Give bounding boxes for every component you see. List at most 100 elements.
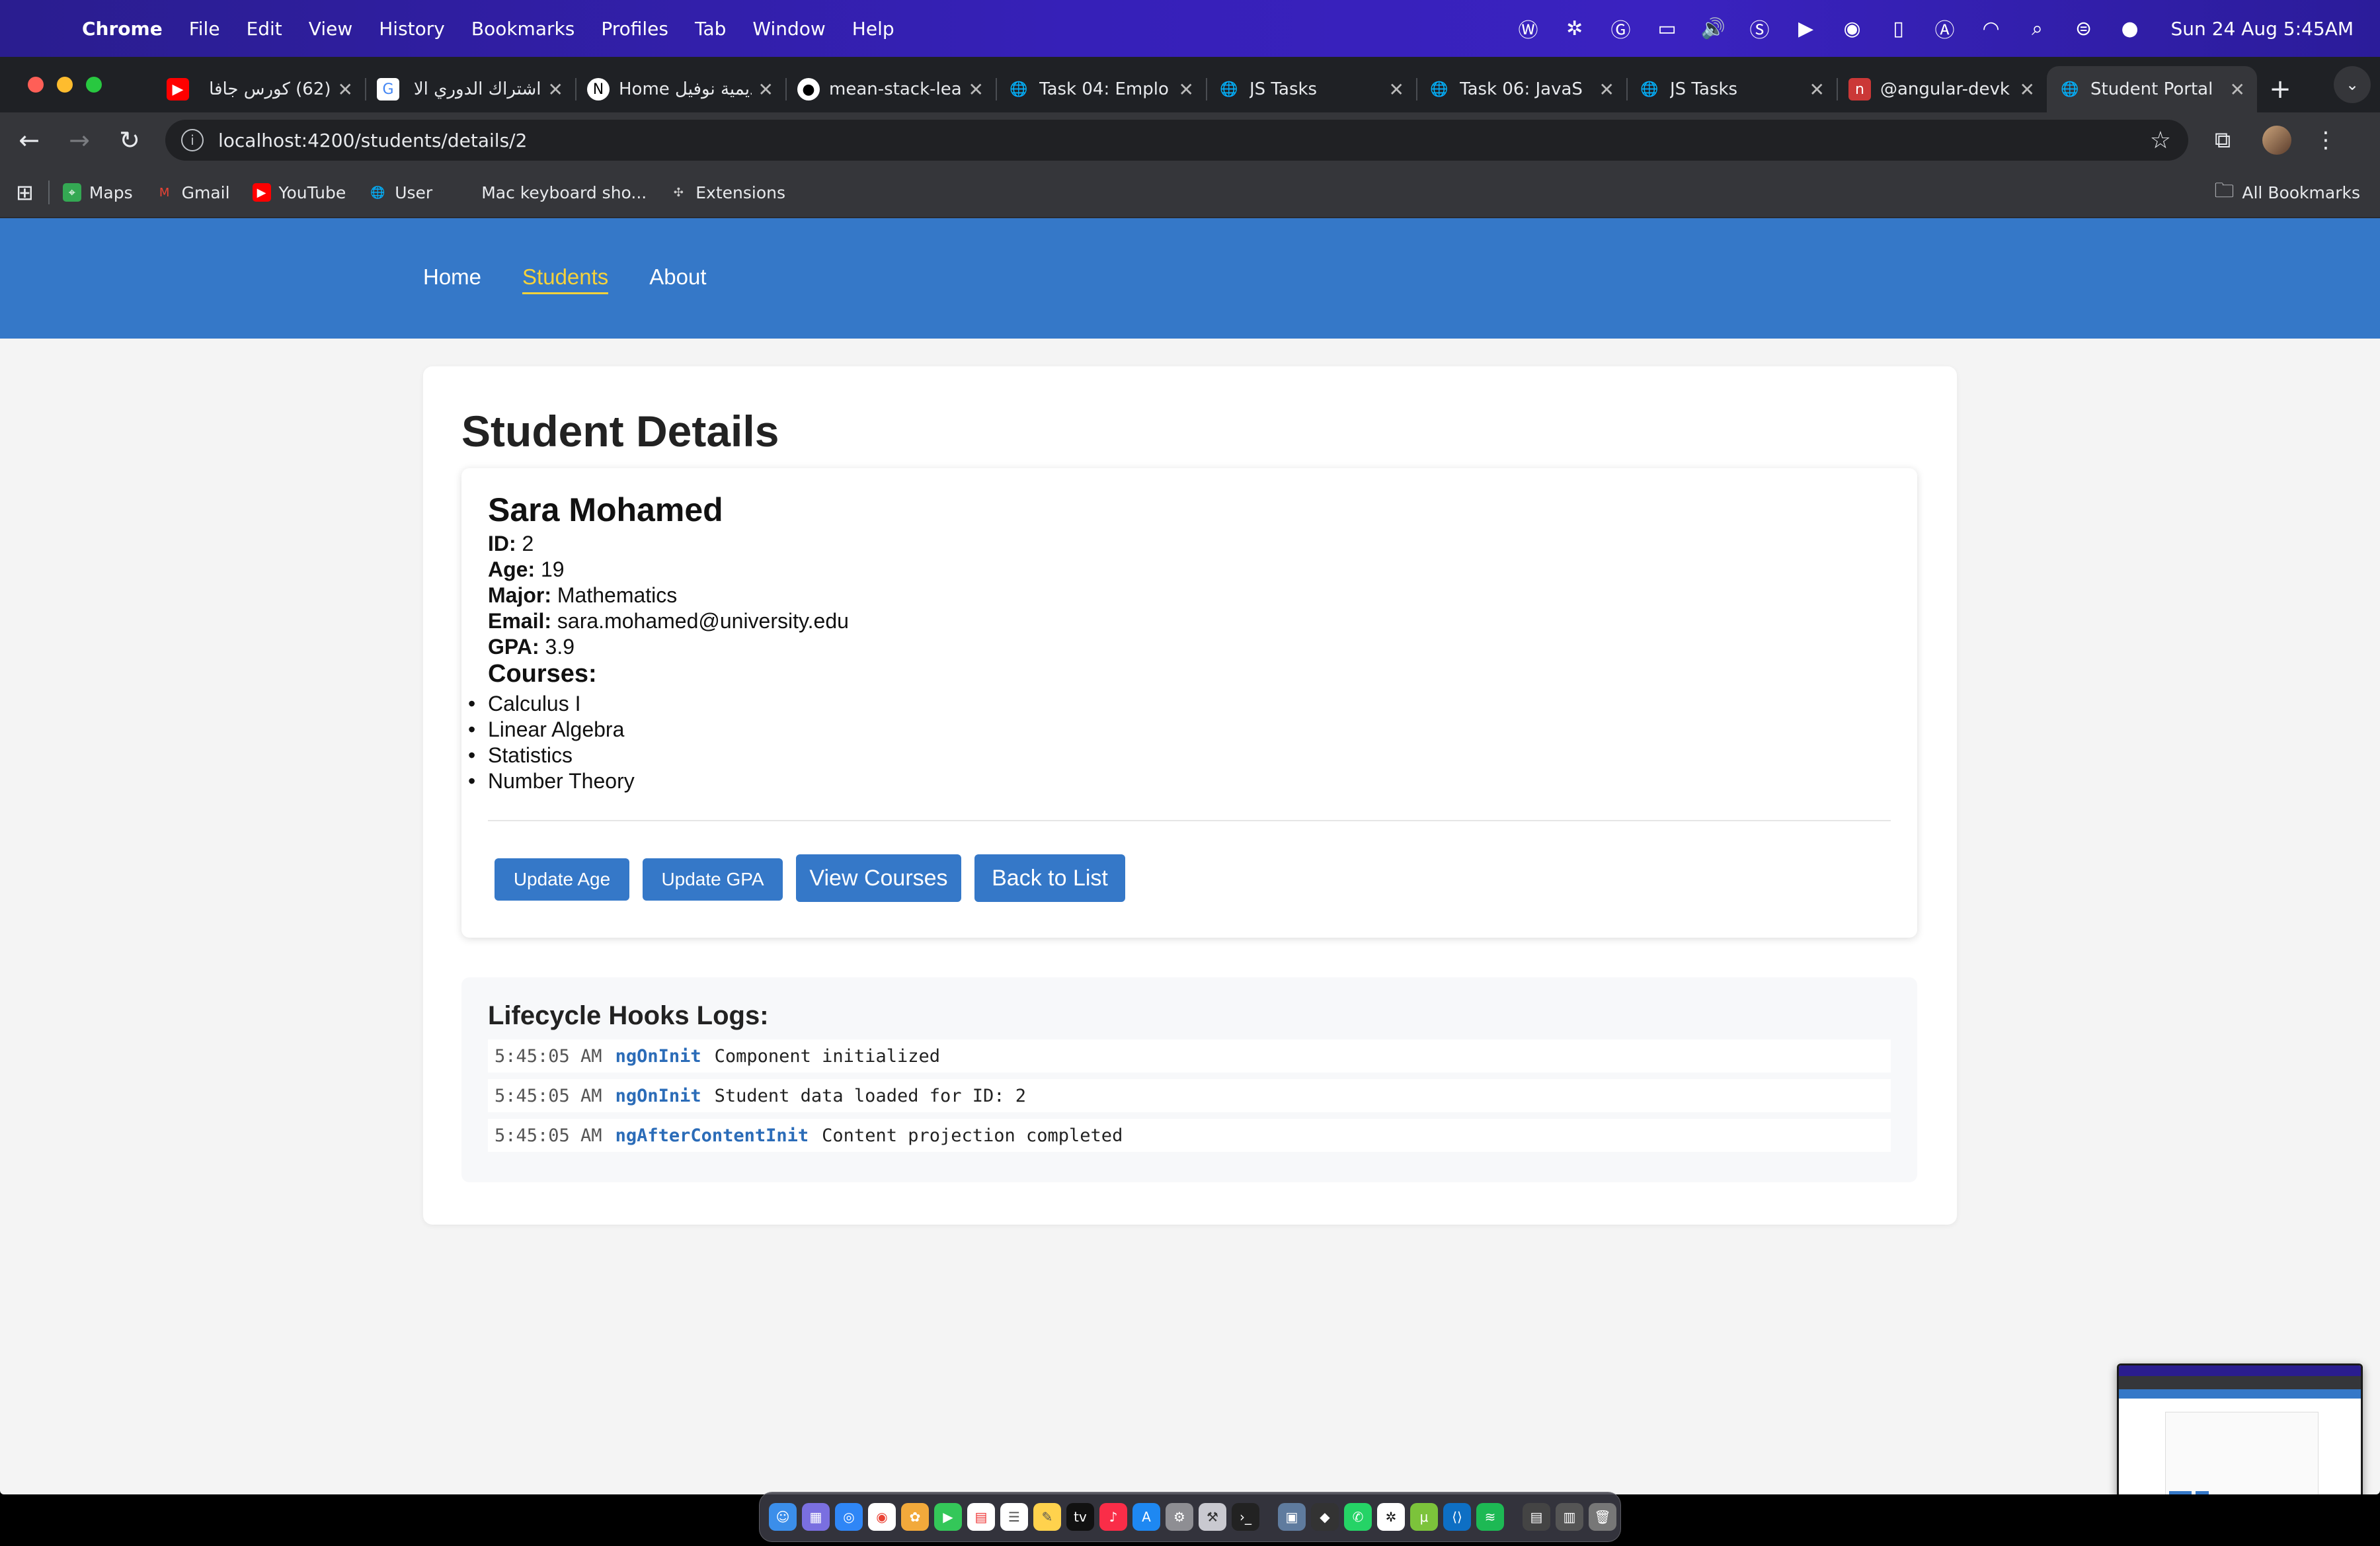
- close-icon[interactable]: ✕: [1389, 79, 1404, 101]
- close-icon[interactable]: ✕: [1179, 79, 1194, 101]
- utorrent-icon[interactable]: μ: [1410, 1503, 1438, 1531]
- chatgpt-icon[interactable]: ✲: [1377, 1503, 1405, 1531]
- trash-icon[interactable]: 🗑: [1589, 1503, 1616, 1531]
- menu-app-name[interactable]: Chrome: [82, 18, 163, 40]
- nav-about-link[interactable]: About: [649, 264, 706, 294]
- extensions-icon[interactable]: ⧉: [2203, 120, 2242, 160]
- bookmark-user[interactable]: 🌐 User: [368, 183, 432, 202]
- system-settings-icon[interactable]: ⚙: [1166, 1503, 1193, 1531]
- back-button[interactable]: ←: [8, 119, 50, 161]
- browser-tab[interactable]: 🌐 JS Tasks ✕: [1206, 66, 1416, 112]
- shazam-icon[interactable]: Ⓢ: [1747, 15, 1773, 42]
- calendar-icon[interactable]: ▤: [967, 1503, 995, 1531]
- zoom-window-button[interactable]: [86, 77, 102, 93]
- view-courses-button[interactable]: View Courses: [796, 854, 961, 902]
- browser-tab[interactable]: G اشتراك الدوري الا ✕: [365, 66, 575, 112]
- grammarly-icon[interactable]: Ⓖ: [1608, 15, 1634, 42]
- search-icon[interactable]: ⌕: [2024, 15, 2051, 42]
- whatsapp-icon[interactable]: ✆: [1344, 1503, 1372, 1531]
- close-icon[interactable]: ✕: [2020, 79, 2035, 101]
- menu-clock[interactable]: Sun 24 Aug 5:45AM: [2171, 18, 2354, 40]
- url-text[interactable]: localhost:4200/students/details/2: [218, 130, 527, 151]
- play-icon[interactable]: ▶: [1793, 15, 1819, 42]
- launchpad-icon[interactable]: ▦: [802, 1503, 830, 1531]
- screenshots-stack-icon[interactable]: ▥: [1556, 1503, 1583, 1531]
- bookmark-gmail[interactable]: M Gmail: [155, 183, 230, 202]
- close-icon[interactable]: ✕: [2230, 79, 2245, 101]
- profile-avatar[interactable]: [2262, 126, 2291, 155]
- reminders-icon[interactable]: ☰: [1000, 1503, 1028, 1531]
- browser-tab[interactable]: 🌐 Task 06: JavaS ✕: [1416, 66, 1626, 112]
- photos-icon[interactable]: ✿: [901, 1503, 929, 1531]
- browser-tab[interactable]: 🌐 JS Tasks ✕: [1626, 66, 1837, 112]
- more-menu-icon[interactable]: ⋮: [2306, 120, 2346, 160]
- forward-button[interactable]: →: [58, 119, 100, 161]
- spotify-icon[interactable]: ≋: [1476, 1503, 1504, 1531]
- menu-profiles[interactable]: Profiles: [601, 18, 668, 40]
- menu-view[interactable]: View: [309, 18, 352, 40]
- finder-icon[interactable]: ☺: [769, 1503, 797, 1531]
- control-center-icon[interactable]: ⊜: [2071, 15, 2097, 42]
- unity-icon[interactable]: ◆: [1311, 1503, 1339, 1531]
- apple-tv-icon[interactable]: tv: [1066, 1503, 1094, 1531]
- menu-bookmarks[interactable]: Bookmarks: [471, 18, 575, 40]
- update-age-button[interactable]: Update Age: [495, 858, 629, 901]
- screenshot-thumbnail[interactable]: [2117, 1363, 2363, 1494]
- close-icon[interactable]: ✕: [548, 79, 563, 101]
- volume-icon[interactable]: 🔊: [1700, 15, 1727, 42]
- all-bookmarks-button[interactable]: 🗀 All Bookmarks: [2214, 176, 2360, 210]
- bookmark-extensions[interactable]: ✣ Extensions: [669, 183, 785, 202]
- close-icon[interactable]: ✕: [1809, 79, 1825, 101]
- chrome-icon[interactable]: ◉: [868, 1503, 896, 1531]
- app-store-icon[interactable]: A: [1132, 1503, 1160, 1531]
- bookmark-mac-shortcuts[interactable]: Mac keyboard sho...: [455, 183, 647, 202]
- bookmark-youtube[interactable]: ▶ YouTube: [252, 183, 346, 202]
- back-to-list-button[interactable]: Back to List: [974, 854, 1125, 902]
- browser-tab[interactable]: 🌐 Task 04: Emplo ✕: [996, 66, 1206, 112]
- nav-students-link[interactable]: Students: [522, 264, 609, 294]
- update-gpa-button[interactable]: Update GPA: [643, 858, 783, 901]
- browser-tab[interactable]: ● mean-stack-lea ✕: [785, 66, 996, 112]
- close-icon[interactable]: ✕: [338, 79, 353, 101]
- site-info-icon[interactable]: i: [181, 129, 204, 151]
- battery-icon[interactable]: ▯: [1885, 15, 1912, 42]
- preview-icon[interactable]: ▣: [1278, 1503, 1306, 1531]
- safari-icon[interactable]: ◎: [835, 1503, 863, 1531]
- browser-tab[interactable]: ▶ (62) كورس جافا ✕: [155, 66, 365, 112]
- user-icon[interactable]: ◉: [1839, 15, 1866, 42]
- browser-tab-active[interactable]: 🌐 Student Portal ✕: [2047, 66, 2257, 112]
- bookmark-star-icon[interactable]: ☆: [2150, 127, 2171, 154]
- tab-search-button[interactable]: ⌄: [2334, 66, 2371, 103]
- close-icon[interactable]: ✕: [758, 79, 774, 101]
- close-icon[interactable]: ✕: [969, 79, 984, 101]
- apps-grid-icon[interactable]: ⊞: [16, 180, 34, 205]
- wordpress-icon[interactable]: Ⓦ: [1515, 15, 1542, 42]
- downloads-stack-icon[interactable]: ▤: [1523, 1503, 1550, 1531]
- address-bar[interactable]: i localhost:4200/students/details/2 ☆: [165, 120, 2188, 161]
- menu-tab[interactable]: Tab: [695, 18, 726, 40]
- menu-window[interactable]: Window: [752, 18, 825, 40]
- terminal-icon[interactable]: ›_: [1232, 1503, 1259, 1531]
- menu-file[interactable]: File: [189, 18, 220, 40]
- siri-icon[interactable]: ●: [2117, 15, 2143, 42]
- nav-home-link[interactable]: Home: [423, 264, 481, 294]
- notes-icon[interactable]: ✎: [1033, 1503, 1061, 1531]
- window-icon[interactable]: ▭: [1654, 15, 1681, 42]
- input-source-icon[interactable]: Ⓐ: [1932, 15, 1958, 42]
- openai-icon[interactable]: ✲: [1562, 15, 1588, 42]
- wifi-icon[interactable]: ◠: [1978, 15, 2004, 42]
- xcode-icon[interactable]: ⚒: [1199, 1503, 1226, 1531]
- facetime-icon[interactable]: ▶: [934, 1503, 962, 1531]
- close-icon[interactable]: ✕: [1599, 79, 1614, 101]
- reload-button[interactable]: ↻: [108, 119, 151, 161]
- browser-tab[interactable]: N Home أكاديمية نوفيل ✕: [575, 66, 785, 112]
- menu-edit[interactable]: Edit: [247, 18, 282, 40]
- menu-help[interactable]: Help: [852, 18, 894, 40]
- browser-tab[interactable]: n @angular-devk ✕: [1837, 66, 2047, 112]
- bookmark-maps[interactable]: ⌖ Maps: [62, 183, 133, 202]
- new-tab-button[interactable]: +: [2257, 66, 2303, 112]
- close-window-button[interactable]: [28, 77, 44, 93]
- vscode-icon[interactable]: ⟨⟩: [1443, 1503, 1471, 1531]
- music-icon[interactable]: ♪: [1099, 1503, 1127, 1531]
- menu-history[interactable]: History: [379, 18, 445, 40]
